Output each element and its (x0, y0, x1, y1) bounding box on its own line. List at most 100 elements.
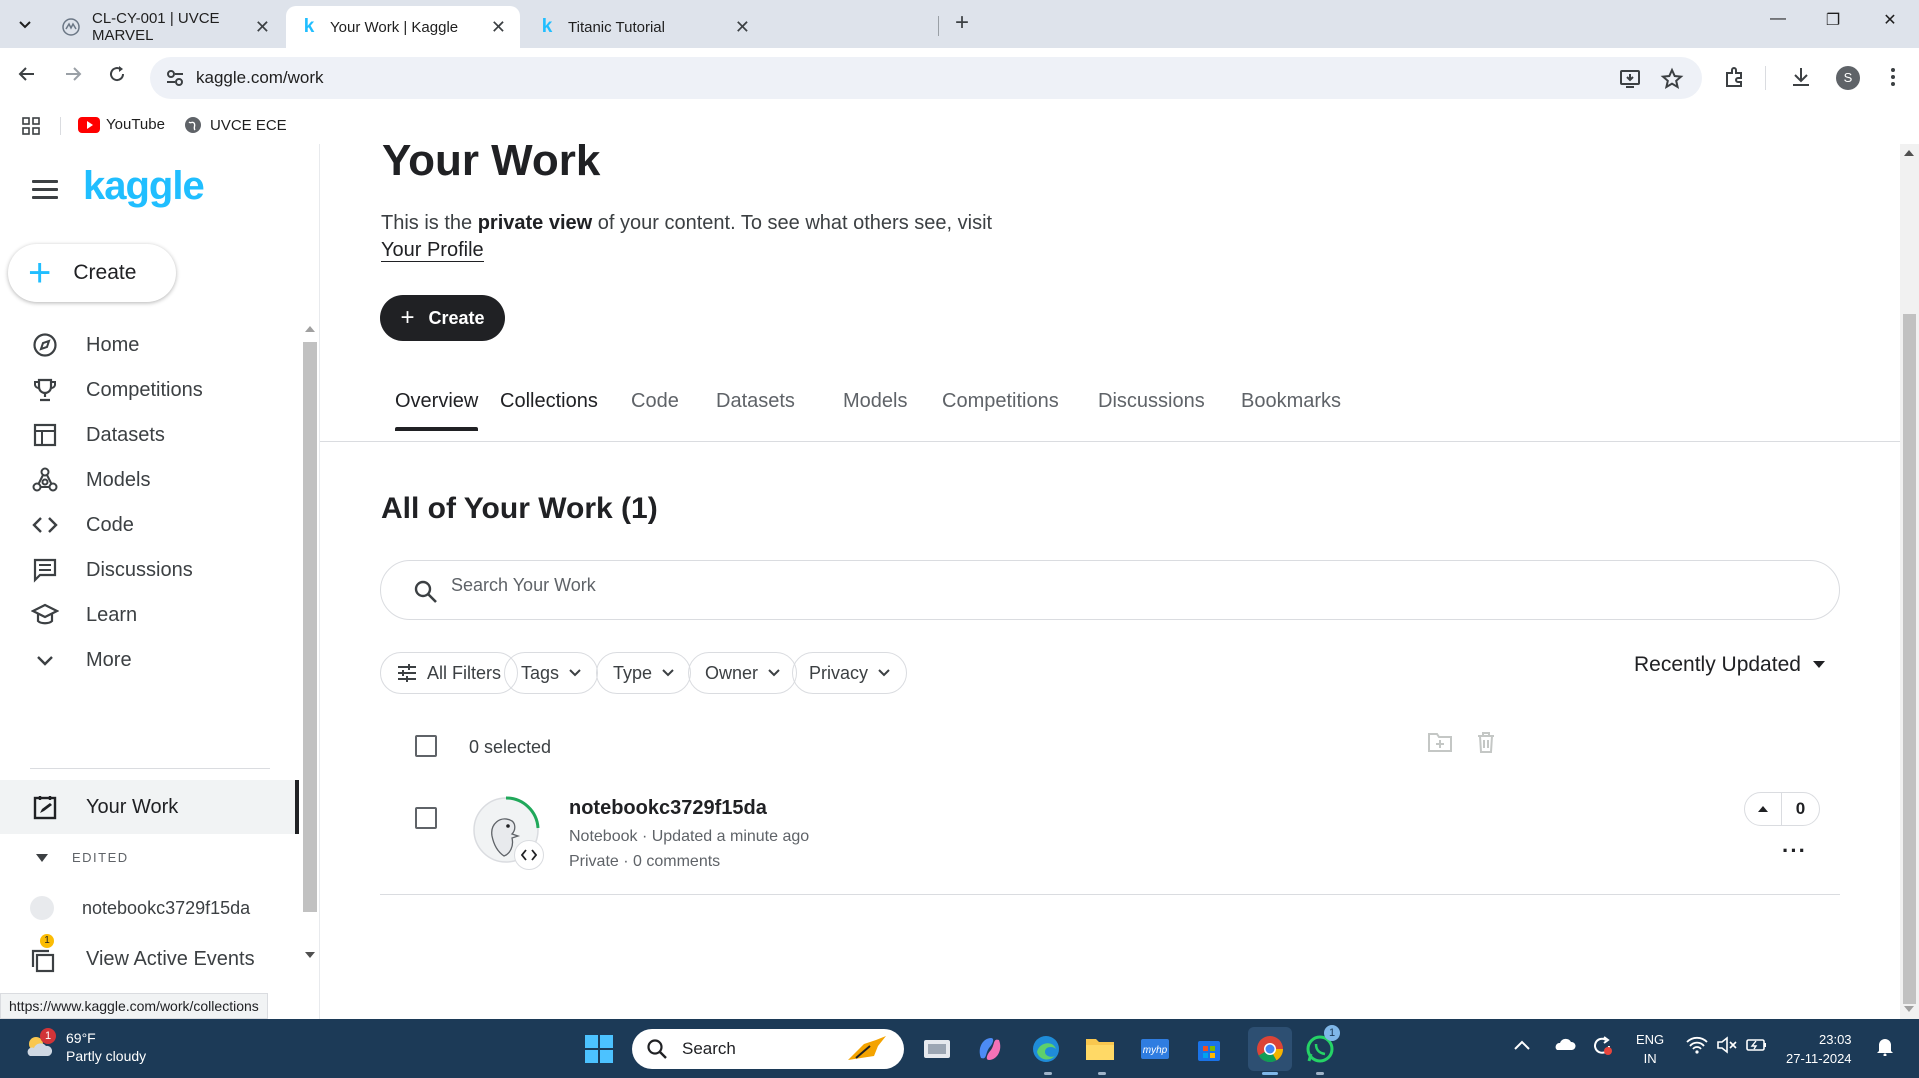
scroll-up-icon[interactable] (305, 326, 315, 332)
page-scroll-thumb[interactable] (1903, 314, 1916, 1004)
edge-app[interactable] (1028, 1031, 1064, 1067)
forward-button[interactable] (60, 64, 86, 90)
create-button[interactable]: + Create (380, 295, 505, 341)
taskbar-search[interactable]: Search (632, 1029, 904, 1069)
tab-code[interactable]: Code (631, 384, 679, 431)
sidebar-scrollbar[interactable] (300, 322, 318, 962)
download-icon[interactable] (1788, 64, 1814, 90)
onedrive-tray[interactable] (1552, 1036, 1576, 1055)
privacy-filter-chip[interactable]: Privacy (792, 652, 908, 694)
tab-competitions[interactable]: Competitions (942, 384, 1059, 431)
lang-line2: IN (1643, 1051, 1657, 1066)
close-window-button[interactable]: ✕ (1870, 10, 1910, 38)
edited-notebook-link[interactable]: notebookc3729f15da (30, 896, 250, 920)
copilot-app[interactable] (972, 1031, 1008, 1067)
apps-grid-icon[interactable] (22, 117, 40, 135)
wifi-tray[interactable] (1686, 1036, 1708, 1057)
tags-filter-chip[interactable]: Tags (504, 652, 599, 694)
clock-date: 27-11-2024 (1786, 1051, 1852, 1066)
store-app[interactable] (1191, 1031, 1227, 1067)
browser-tab-kaggle-work[interactable]: k Your Work | Kaggle ✕ (286, 6, 520, 48)
site-settings-icon[interactable] (164, 67, 186, 89)
sidebar-create-button[interactable]: + Create (8, 244, 176, 302)
sidebar-divider (30, 768, 270, 769)
task-view-app[interactable] (919, 1031, 955, 1067)
new-tab-button[interactable]: + (948, 9, 976, 37)
upvote-button[interactable] (1745, 793, 1783, 825)
start-button[interactable] (581, 1031, 617, 1067)
tab-datasets[interactable]: Datasets (716, 384, 795, 431)
hamburger-menu-icon[interactable] (32, 180, 58, 200)
events-icon: 1 (30, 934, 60, 974)
back-button[interactable] (14, 64, 40, 90)
tab-overview[interactable]: Overview (395, 384, 479, 431)
battery-tray[interactable] (1746, 1036, 1768, 1057)
reload-button[interactable] (104, 64, 130, 90)
close-tab-icon[interactable]: ✕ (255, 17, 270, 38)
more-options-icon[interactable]: ··· (1782, 838, 1807, 864)
school-icon (30, 600, 60, 630)
owner-filter-chip[interactable]: Owner (688, 652, 798, 694)
show-hidden-icons[interactable] (1514, 1037, 1530, 1053)
scroll-down-icon[interactable] (1904, 1006, 1914, 1012)
search-your-work[interactable] (380, 560, 1840, 620)
profile-avatar[interactable]: S (1836, 66, 1860, 90)
chrome-app[interactable] (1248, 1027, 1292, 1071)
sidebar-item-more[interactable]: More (0, 633, 300, 687)
taskbar-clock[interactable]: 23:03 27-11-2024 (1786, 1030, 1852, 1068)
close-tab-icon[interactable]: ✕ (735, 17, 750, 38)
page-scrollbar[interactable] (1900, 144, 1919, 1019)
item-checkbox[interactable] (415, 807, 437, 829)
add-to-collection-icon[interactable] (1426, 728, 1454, 756)
bookmark-uvce-ece[interactable]: UVCE ECE (184, 116, 287, 134)
view-active-events[interactable]: 1 View Active Events (30, 934, 255, 974)
tab-discussions[interactable]: Discussions (1098, 384, 1205, 431)
bookmark-star-icon[interactable] (1660, 67, 1684, 91)
search-input[interactable] (451, 575, 1651, 596)
minimize-button[interactable]: — (1758, 10, 1798, 38)
tab-bookmarks[interactable]: Bookmarks (1241, 384, 1341, 431)
close-tab-icon[interactable]: ✕ (491, 17, 506, 38)
restore-button[interactable]: ❐ (1813, 10, 1853, 38)
notifications-button[interactable] (1876, 1036, 1894, 1059)
bookmark-youtube[interactable]: YouTube (78, 116, 165, 133)
install-app-icon[interactable] (1618, 67, 1642, 91)
tab-search-button[interactable] (10, 10, 40, 38)
tab-collections[interactable]: Collections (500, 384, 598, 431)
youtube-icon (78, 116, 100, 133)
whatsapp-badge: 1 (1324, 1025, 1340, 1041)
browser-tab-uvce[interactable]: CL-CY-001 | UVCE MARVEL ✕ (48, 6, 284, 48)
sidebar-item-your-work[interactable]: Your Work (0, 780, 295, 834)
myhp-app[interactable]: myhp (1137, 1031, 1173, 1067)
kebab-menu-icon[interactable] (1880, 64, 1906, 90)
whatsapp-app[interactable]: 1 (1302, 1025, 1340, 1067)
file-explorer-app[interactable] (1082, 1031, 1118, 1067)
scroll-down-icon[interactable] (305, 952, 315, 958)
link-status-bar: https://www.kaggle.com/work/collections (0, 993, 268, 1019)
sync-tray[interactable] (1590, 1034, 1614, 1061)
chip-label: Type (613, 662, 653, 683)
your-profile-link[interactable]: Your Profile (381, 239, 484, 262)
volume-tray[interactable] (1716, 1036, 1738, 1057)
clock-time: 23:03 (1819, 1032, 1852, 1047)
kaggle-logo[interactable]: kaggle (83, 164, 205, 209)
extensions-icon[interactable] (1722, 64, 1748, 90)
tab-models[interactable]: Models (843, 384, 907, 431)
edited-section-toggle[interactable]: EDITED (30, 850, 129, 865)
notebook-privacy-meta: Private · 0 comments (569, 853, 721, 870)
select-all-checkbox[interactable] (415, 735, 437, 757)
browser-tab-titanic[interactable]: k Titanic Tutorial ✕ (524, 6, 764, 48)
delete-icon[interactable] (1472, 728, 1500, 756)
address-bar[interactable]: kaggle.com/work (150, 57, 1702, 99)
type-filter-chip[interactable]: Type (596, 652, 692, 694)
sort-dropdown[interactable]: Recently Updated (1634, 653, 1825, 677)
chevron-down-icon (19, 21, 31, 29)
notebook-thumbnail[interactable] (470, 794, 550, 874)
input-language[interactable]: ENG IN (1636, 1030, 1664, 1068)
sidebar-scroll-thumb[interactable] (303, 342, 317, 912)
scroll-up-icon[interactable] (1904, 150, 1914, 156)
notebook-title-link[interactable]: notebookc3729f15da (569, 797, 767, 820)
weather-widget[interactable]: 1 69°F Partly cloudy (22, 1028, 146, 1065)
all-filters-chip[interactable]: All Filters (380, 652, 519, 694)
search-icon (414, 580, 437, 603)
